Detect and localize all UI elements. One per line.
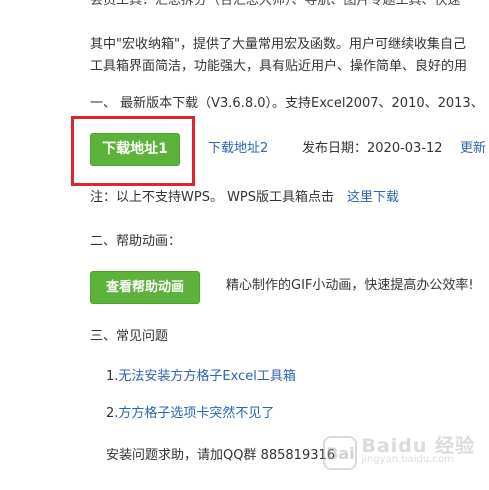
faq-item-1-number: 1.: [106, 369, 119, 384]
qq-group-help-text: 安装问题求助，请加QQ群 885819316: [106, 448, 336, 463]
release-date-text: 发布日期：2020-03-12: [302, 141, 443, 156]
section2-heading: 二、帮助动画：: [90, 234, 182, 249]
faq-item-2-link[interactable]: 方方格子选项卡突然不见了: [118, 406, 274, 421]
watermark-main-text: Baidu 经验: [361, 435, 475, 457]
baidu-jingyan-watermark: Bai Baidu 经验 jingyan.baidu.com: [323, 436, 475, 470]
faq-item-2: 2.方方格子选项卡突然不见了: [106, 405, 274, 423]
wps-download-link[interactable]: 这里下载: [347, 189, 399, 207]
help-animation-description: 精心制作的GIF小动画，快速提高办公效率!: [226, 278, 474, 293]
faq-item-1-link[interactable]: 无法安装方方格子Excel工具箱: [118, 369, 295, 384]
update-link[interactable]: 更新: [460, 140, 486, 158]
intro-text-line2: 工具箱界面简洁，功能强大，具有贴近用户、操作简单、良好的用: [90, 59, 468, 74]
section1-heading: 一、 最新版本下载（V3.6.8.0）。支持Excel2007、2010、201…: [90, 96, 484, 111]
faq-item-2-number: 2.: [106, 406, 119, 421]
download-link-2[interactable]: 下载地址2: [208, 140, 268, 158]
top-partial-text: 会员工具：汇总拆分（合汇总大师）、导航、图片专题工具、快速: [90, 0, 461, 8]
faq-item-1: 1.无法安装方方格子Excel工具箱: [106, 368, 296, 386]
section3-heading: 三、常见问题: [90, 329, 169, 344]
download-link-1-button[interactable]: 下载地址1: [90, 133, 180, 166]
intro-text-line1: 其中"宏收纳箱"，提供了大量常用宏及函数。用户可继续收集自己: [90, 37, 466, 52]
view-help-animation-button[interactable]: 查看帮助动画: [90, 271, 200, 304]
baidu-paw-icon: Bai: [323, 436, 358, 470]
wps-note-text: 注：以上不支持WPS。 WPS版工具箱点击: [90, 190, 335, 205]
